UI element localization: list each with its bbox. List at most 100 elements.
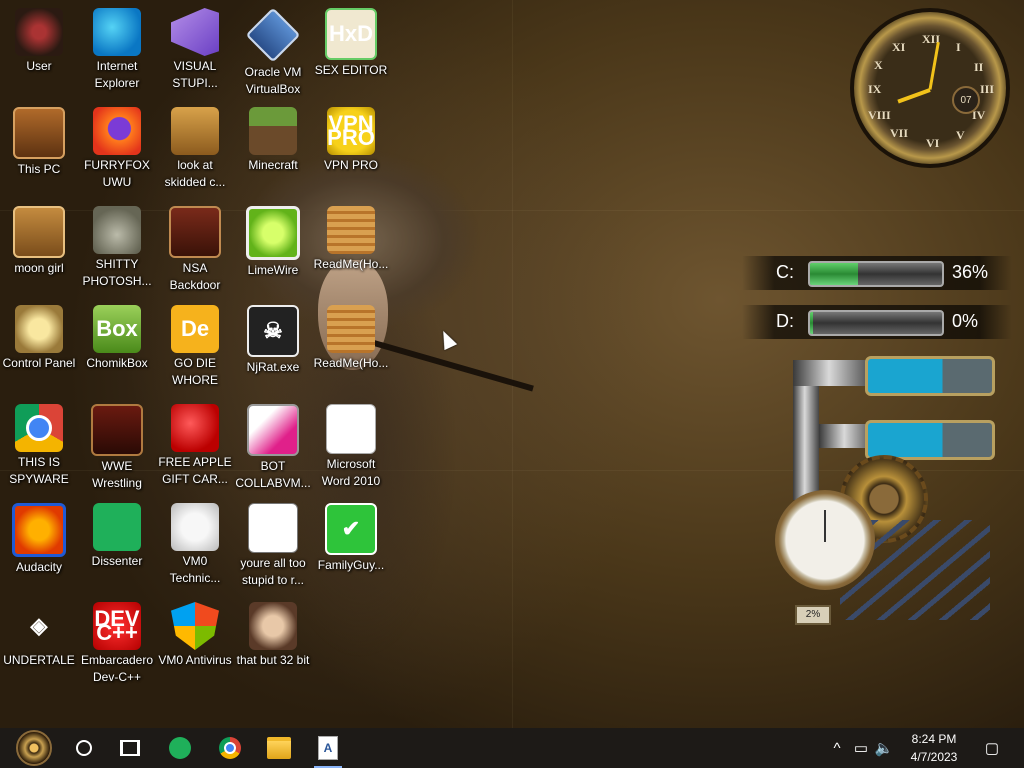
desktop-icon-vpn-pro[interactable]: VPN PRO VPN PRO [312, 107, 390, 174]
lightbulb-icon [15, 305, 63, 353]
desktop-icon-moon-girl[interactable]: moon girl [0, 206, 78, 277]
search-button[interactable] [64, 732, 104, 764]
person-icon [171, 503, 219, 551]
desktop-icon-vm0-technic[interactable]: VM0 Technic... [156, 503, 234, 587]
firefox-icon [93, 107, 141, 155]
clock-hour-hand [897, 88, 931, 104]
dissenter-icon [93, 503, 141, 551]
text-file-icon [327, 206, 375, 254]
shield-icon [171, 602, 219, 650]
word-icon: A [318, 736, 338, 760]
desktop-icon-skidded-file[interactable]: look at skidded c... [156, 107, 234, 191]
desktop-icon-wwe[interactable]: WWE Wrestling [78, 404, 156, 492]
desktop-icon-word[interactable]: A Microsoft Word 2010 [312, 404, 390, 490]
search-icon [76, 740, 92, 756]
desktop-icon-limewire[interactable]: LimeWire [234, 206, 312, 279]
de-icon: De [171, 305, 219, 353]
steampunk-gauge-widget[interactable]: 2% [745, 350, 1005, 650]
desktop-icon-user[interactable]: User [0, 8, 78, 75]
desktop-icon-go-die[interactable]: De GO DIE WHORE [156, 305, 234, 389]
desktop-icon-dissenter[interactable]: Dissenter [78, 503, 156, 570]
clock-numeral: VI [926, 136, 940, 150]
clock-numeral: II [974, 60, 984, 74]
desktop-icon-control-panel[interactable]: Control Panel [0, 305, 78, 372]
audacity-icon [12, 503, 66, 557]
desktop-icon-readme-1[interactable]: ReadMe(Ho... [312, 206, 390, 273]
taskbar-clock[interactable]: 8:24 PM 4/7/2023 [896, 730, 972, 766]
desktop-icon-apple-gift[interactable]: FREE APPLE GIFT CAR... [156, 404, 234, 488]
clock-numeral: I [956, 40, 961, 54]
desktop-icon-readme-2[interactable]: ReadMe(Ho... [312, 305, 390, 372]
desktop-icon-bot-collabvm[interactable]: BOT COLLABVM... [234, 404, 312, 492]
desktop-icon-undertale[interactable]: ◈ UNDERTALE [0, 602, 78, 669]
task-view-button[interactable] [110, 732, 150, 764]
drive-usage-fill [810, 312, 813, 334]
devcpp-icon: DEV C++ [93, 602, 141, 650]
notifications-icon[interactable]: ▢ [980, 728, 1004, 768]
taskbar-chrome[interactable] [210, 732, 250, 764]
desktop-icon-nsa-backdoor[interactable]: NSA Backdoor [156, 206, 234, 294]
steampunk-clock-widget[interactable]: XII I II III IV V VI VII VIII IX X XI 07 [850, 8, 1010, 168]
clock-date-dial: 07 [952, 86, 980, 114]
skull-icon: ☠ [247, 305, 299, 357]
drive-usage-percent: 0% [952, 311, 979, 331]
chrome-icon [15, 404, 63, 452]
clock-numeral: XI [892, 40, 906, 54]
desktop-icon-gimp[interactable]: SHITTY PHOTOSH... [78, 206, 156, 290]
drive-meter-c[interactable]: C: 36% [742, 256, 1012, 290]
gauge-percent: 2% [795, 605, 831, 625]
start-button[interactable] [14, 730, 54, 766]
desktop-icon-firefox[interactable]: FURRYFOX UWU [78, 107, 156, 191]
taskbar-word[interactable]: A [308, 732, 348, 768]
pressure-gauge [775, 490, 875, 590]
drive-letter: C: [776, 262, 794, 282]
word-icon: A [326, 404, 376, 454]
tv-icon [91, 404, 143, 456]
desktop-icon-chrome[interactable]: THIS IS SPYWARE [0, 404, 78, 488]
desktop-icon-minecraft[interactable]: Minecraft [234, 107, 312, 174]
desktop-icon-visual-studio[interactable]: VISUAL STUPI... [156, 8, 234, 92]
chrome-icon [219, 737, 241, 759]
desktop-icon-this-pc[interactable]: This PC [0, 107, 78, 178]
taskbar: A ^ ▭ 🔈 8:24 PM 4/7/2023 ▢ [0, 728, 1024, 768]
gimp-icon [93, 206, 141, 254]
pipe-vertical [793, 370, 819, 500]
taskbar-date: 4/7/2023 [910, 750, 958, 764]
chomikbox-icon: Box [93, 305, 141, 353]
apple-icon [171, 404, 219, 452]
volume-muted-icon[interactable]: 🔈 [874, 728, 894, 768]
frame-icon [169, 206, 221, 258]
edge-icon [93, 8, 141, 56]
desktop-icon-stupid[interactable]: ☺ youre all too stupid to r... [234, 503, 312, 589]
start-orb-icon [16, 730, 52, 766]
checkmark-icon: ✔ [325, 503, 377, 555]
drive-usage-bar [808, 261, 944, 287]
computer-icon [13, 107, 65, 159]
taskbar-dissenter[interactable] [160, 732, 200, 764]
clock-numeral: VIII [868, 108, 891, 122]
document-icon [171, 107, 219, 155]
desktop-icon-devcpp[interactable]: DEV C++ Embarcadero Dev-C++ [78, 602, 156, 686]
desktop-icon-virtualbox[interactable]: Oracle VM VirtualBox [234, 7, 312, 98]
desktop-icon-hex-editor[interactable]: HxD SEX EDITOR [312, 8, 390, 79]
user-icon [15, 8, 63, 56]
network-icon[interactable]: ▭ [850, 728, 872, 768]
portrait-icon: ☺ [248, 503, 298, 553]
taskbar-file-explorer[interactable] [259, 732, 299, 764]
show-hidden-icons-button[interactable]: ^ [828, 728, 846, 768]
drive-letter: D: [776, 311, 794, 331]
drive-meter-d[interactable]: D: 0% [742, 305, 1012, 339]
tank-gauge-top [865, 356, 995, 396]
hxd-icon: HxD [325, 8, 377, 60]
clock-numeral: VII [890, 126, 909, 140]
text-file-icon [327, 305, 375, 353]
desktop-icon-internet-explorer[interactable]: Internet Explorer [78, 8, 156, 92]
desktop-icon-audacity[interactable]: Audacity [0, 503, 78, 576]
minecraft-icon [249, 107, 297, 155]
desktop-icon-njrat[interactable]: ☠ NjRat.exe [234, 305, 312, 376]
drive-usage-fill [810, 263, 858, 285]
desktop-icon-chomikbox[interactable]: Box ChomikBox [78, 305, 156, 372]
desktop-icon-familyguy[interactable]: ✔ FamilyGuy... [312, 503, 390, 574]
desktop-icon-32bit[interactable]: that but 32 bit [234, 602, 312, 669]
desktop-icon-vm0-antivirus[interactable]: VM0 Antivirus [156, 602, 234, 669]
